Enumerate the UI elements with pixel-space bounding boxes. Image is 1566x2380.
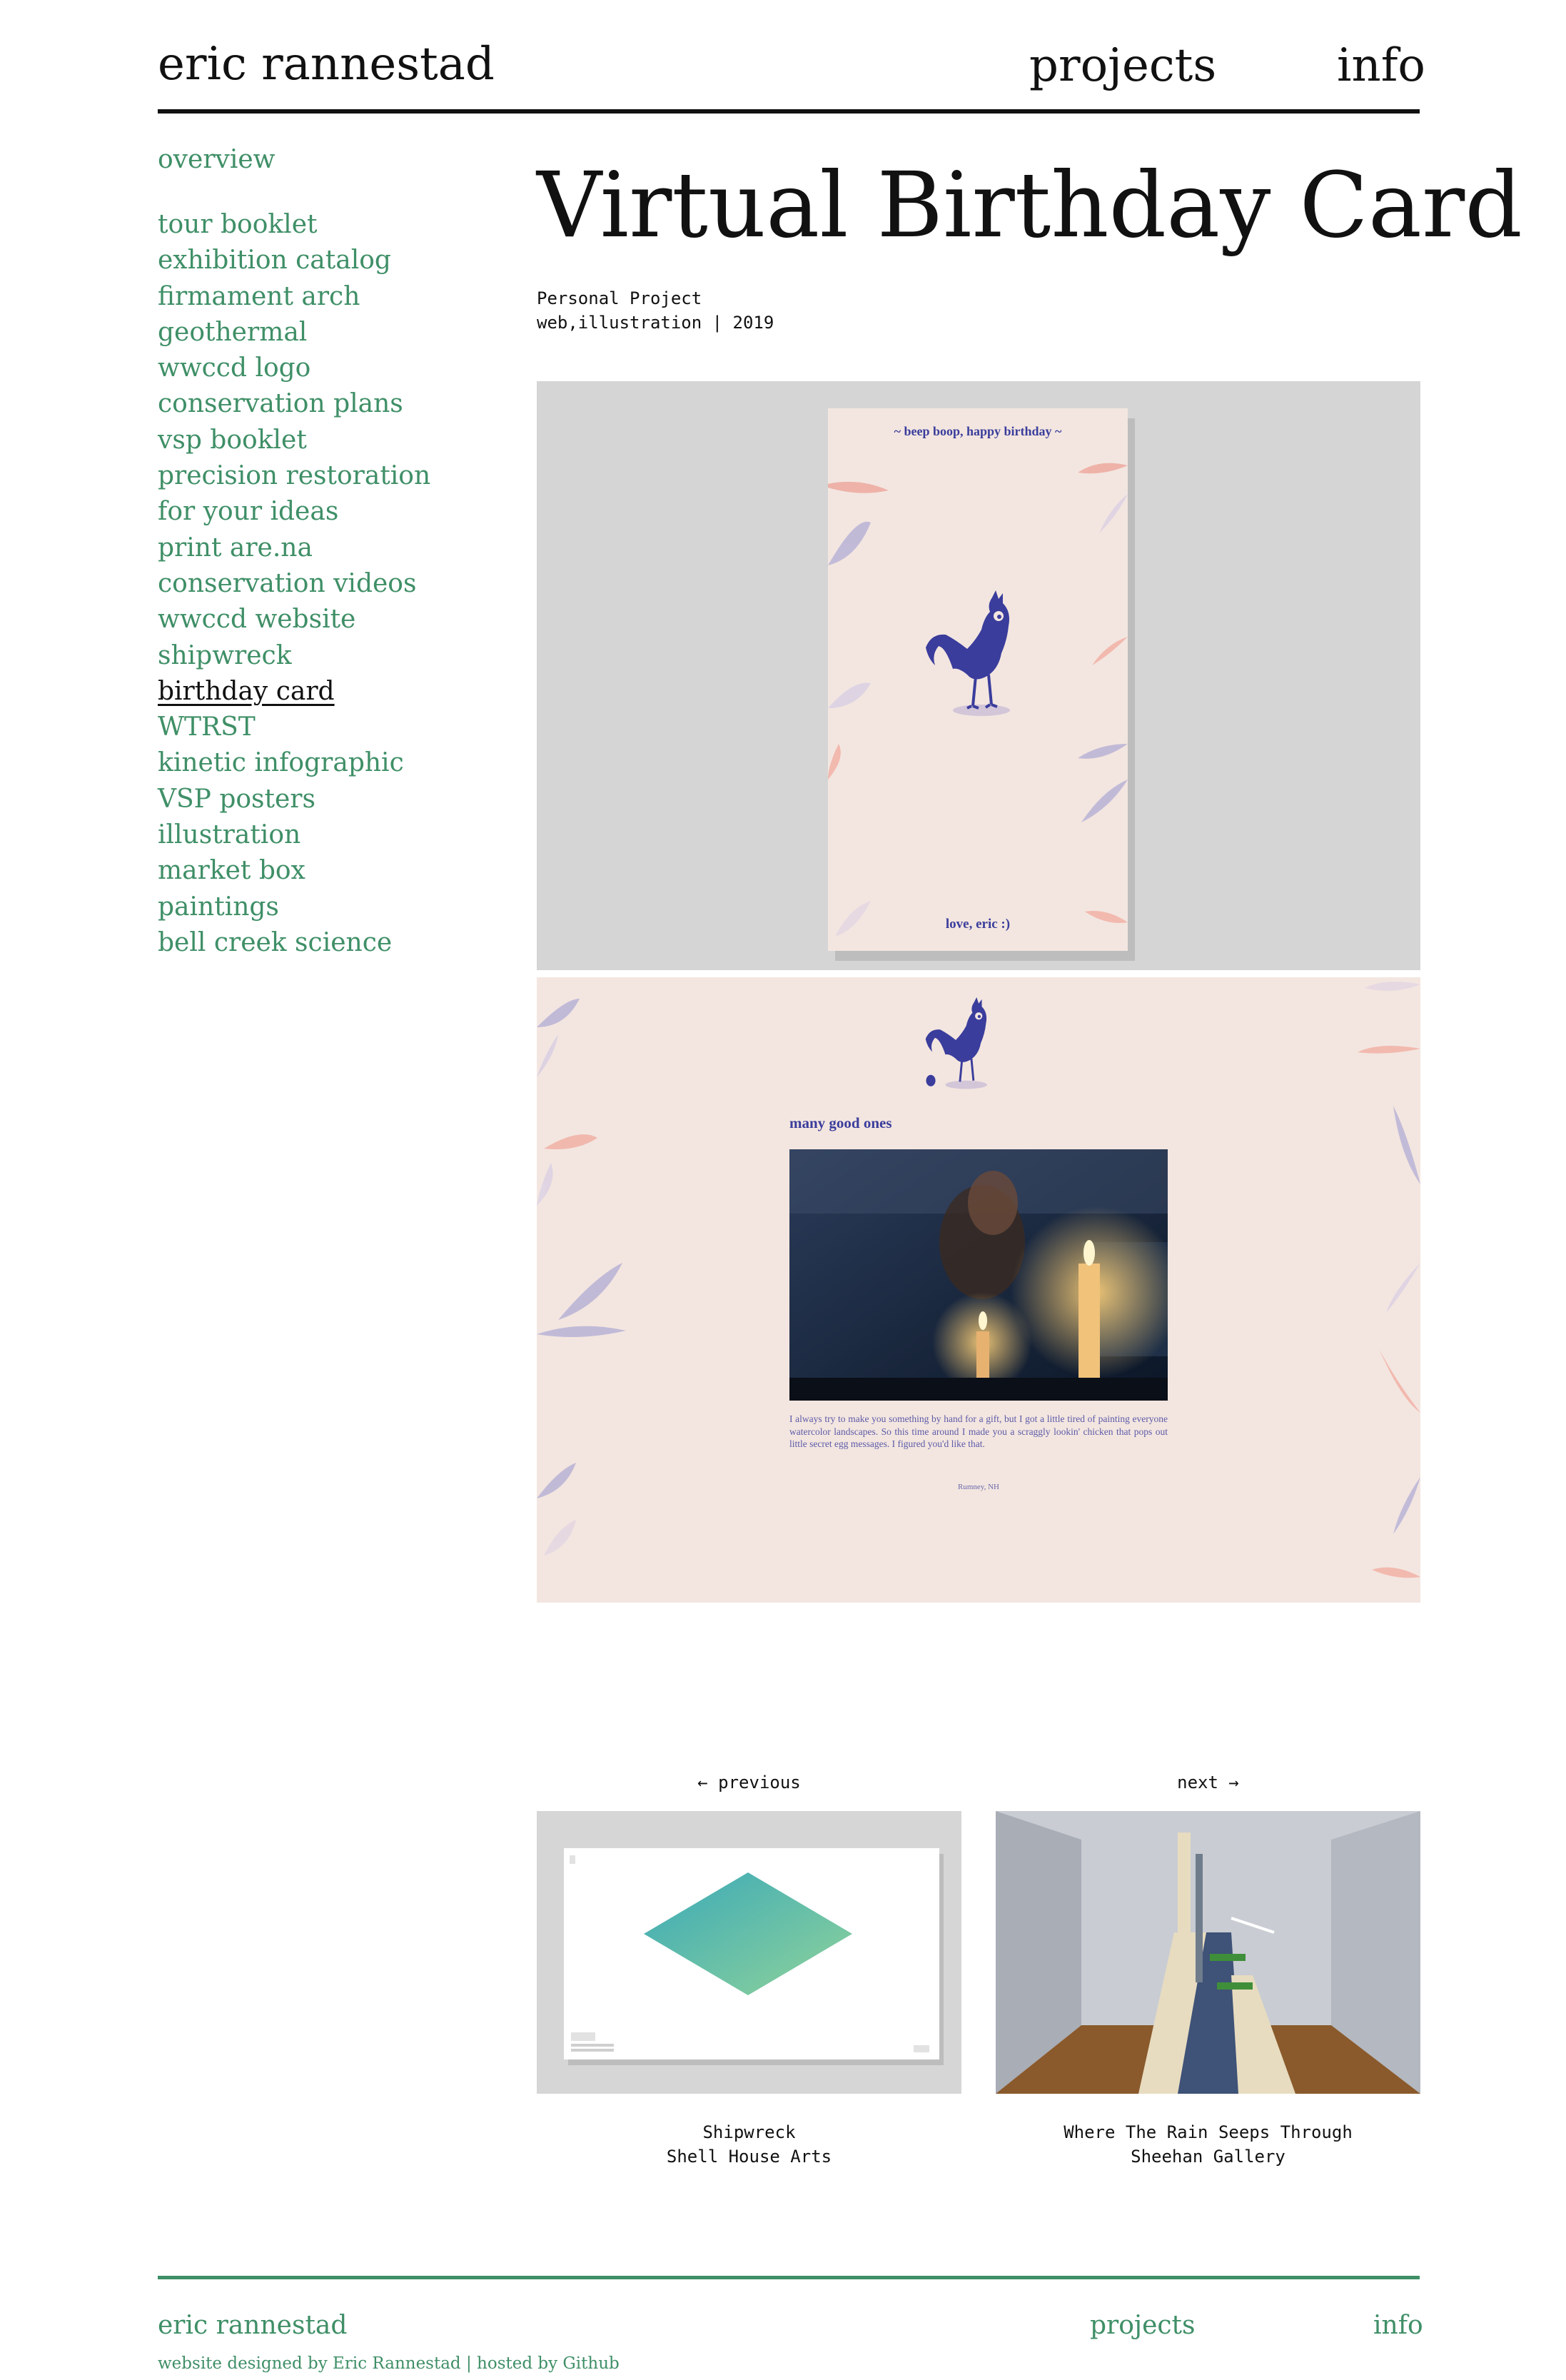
sidebar-item-wwccd-website[interactable]: wwccd website (158, 602, 430, 637)
chicken-icon (926, 590, 1010, 716)
project-image-web-layout: many good ones I always try to make you … (537, 977, 1420, 1603)
sidebar-item-vsp-posters[interactable]: VSP posters (158, 782, 430, 817)
project-image-phone-mockup: ~ beep boop, happy birthday ~ love, eric… (537, 381, 1420, 970)
nav-projects-link[interactable]: projects (1029, 43, 1216, 89)
card-signoff-text: love, eric :) (945, 917, 1011, 932)
sidebar-item-conservation-videos[interactable]: conservation videos (158, 566, 430, 602)
candle-photo (789, 1149, 1168, 1401)
shipwreck-thumbnail-graphic (564, 1848, 944, 2065)
sidebar-item-firmament-arch[interactable]: firmament arch (158, 279, 430, 315)
project-tags-year: web,illustration | 2019 (537, 313, 774, 333)
next-project-link[interactable]: next → (996, 1774, 1420, 1791)
next-project-thumbnail[interactable] (996, 1811, 1420, 2094)
site-name-link[interactable]: eric rannestad (158, 41, 495, 87)
previous-project-title: Shipwreck (702, 2122, 796, 2142)
web-card-location: Rumney, NH (958, 1483, 999, 1491)
footer-info-link[interactable]: info (1373, 2313, 1423, 2339)
sidebar-overview-link[interactable]: overview (158, 147, 276, 173)
sidebar-item-print-arena[interactable]: print are.na (158, 530, 430, 566)
sidebar-item-birthday-card[interactable]: birthday card (158, 674, 430, 710)
sidebar-item-wtrst[interactable]: WTRST (158, 710, 430, 745)
next-project-subtitle: Sheehan Gallery (1131, 2147, 1285, 2167)
previous-project-caption[interactable]: Shipwreck Shell House Arts (537, 2120, 961, 2169)
sidebar-item-exhibition-catalog[interactable]: exhibition catalog (158, 243, 430, 278)
sidebar-item-paintings[interactable]: paintings (158, 889, 430, 925)
sidebar-item-geothermal[interactable]: geothermal (158, 315, 430, 351)
phone-card: ~ beep boop, happy birthday ~ love, eric… (828, 408, 1128, 951)
page-title: Virtual Birthday Card (537, 153, 1522, 258)
next-project-caption[interactable]: Where The Rain Seeps Through Sheehan Gal… (996, 2120, 1420, 2169)
sidebar-item-conservation-plans[interactable]: conservation plans (158, 386, 430, 422)
nav-info-link[interactable]: info (1337, 43, 1425, 89)
sidebar-project-list: tour booklet exhibition catalog firmamen… (158, 207, 430, 961)
sidebar-item-shipwreck[interactable]: shipwreck (158, 638, 430, 674)
card-greeting-text: ~ beep boop, happy birthday ~ (894, 424, 1062, 438)
sidebar-item-illustration[interactable]: illustration (158, 817, 430, 853)
header-divider (158, 109, 1420, 114)
footer-credit: website designed by Eric Rannestad | hos… (158, 2354, 620, 2373)
sidebar-item-bell-creek-science[interactable]: bell creek science (158, 925, 430, 961)
sidebar-item-tour-booklet[interactable]: tour booklet (158, 207, 430, 243)
footer-divider (158, 2276, 1420, 2279)
chicken-logo-icon (925, 997, 987, 1089)
sidebar-item-precision-restoration[interactable]: precision restoration (158, 458, 430, 494)
previous-project-subtitle: Shell House Arts (666, 2147, 832, 2167)
candle-photo-graphic (789, 1149, 1168, 1401)
sidebar-item-market-box[interactable]: market box (158, 853, 430, 889)
web-card-paragraph: I always try to make you something by ha… (789, 1413, 1168, 1450)
web-card-heading: many good ones (789, 1114, 892, 1131)
footer-site-name-link[interactable]: eric rannestad (158, 2313, 347, 2339)
next-project-title: Where The Rain Seeps Through (1064, 2122, 1353, 2142)
sidebar-item-for-your-ideas[interactable]: for your ideas (158, 494, 430, 530)
previous-project-link[interactable]: ← previous (537, 1774, 961, 1791)
project-type: Personal Project (537, 288, 702, 308)
previous-project-thumbnail[interactable] (537, 1811, 961, 2094)
sidebar-item-wwccd-logo[interactable]: wwccd logo (158, 351, 430, 386)
footer-projects-link[interactable]: projects (1090, 2313, 1196, 2339)
gallery-installation-graphic (996, 1811, 1420, 2094)
sidebar-item-kinetic-infographic[interactable]: kinetic infographic (158, 745, 430, 781)
sidebar-item-vsp-booklet[interactable]: vsp booklet (158, 423, 430, 458)
